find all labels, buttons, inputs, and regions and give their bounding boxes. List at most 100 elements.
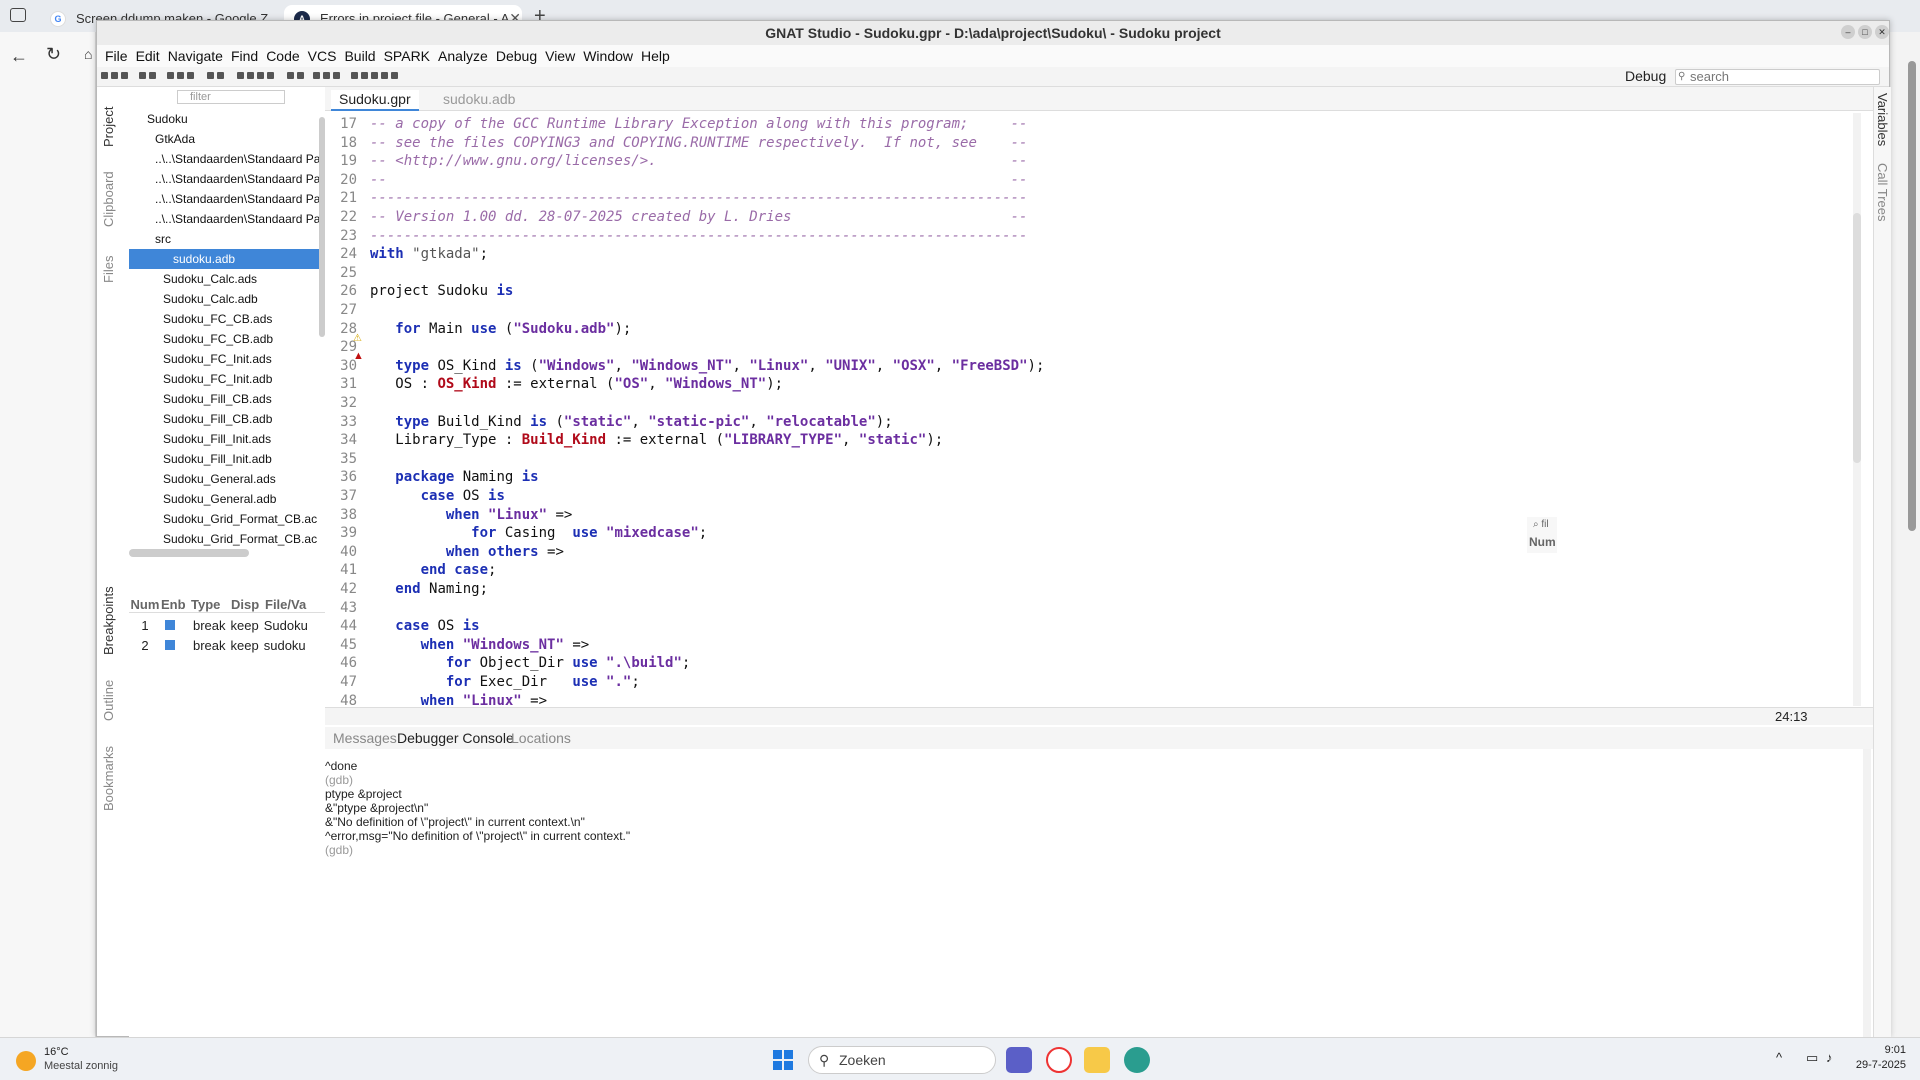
chrome-icon[interactable] (1046, 1047, 1072, 1073)
tree-item[interactable]: Sudoku_Fill_Init.adb (149, 449, 272, 469)
windows-start-icon[interactable] (773, 1050, 793, 1070)
clock-date[interactable]: 29-7-2025 (1850, 1059, 1906, 1071)
tree-item[interactable]: Sudoku_Fill_CB.ads (149, 389, 272, 409)
col-file[interactable]: File/Va (265, 597, 325, 612)
menu-vcs[interactable]: VCS (304, 48, 341, 64)
cut-icon[interactable] (167, 72, 174, 79)
back-nav-icon[interactable] (207, 72, 214, 79)
tree-item[interactable]: Sudoku_General.ads (149, 469, 276, 489)
menu-help[interactable]: Help (637, 48, 674, 64)
tree-item[interactable]: Sudoku (133, 109, 188, 129)
tab-files[interactable]: Files (101, 256, 116, 283)
debugger-console[interactable]: ^done (gdb) ptype &project &"ptype &project… (325, 749, 1873, 1037)
variables-col-num[interactable]: Num (1529, 535, 1556, 549)
clean-icon[interactable] (257, 72, 264, 79)
tree-item[interactable]: Sudoku_FC_CB.ads (149, 309, 272, 329)
tab-messages[interactable]: Messages (333, 730, 397, 746)
step-into-icon[interactable] (371, 72, 378, 79)
taskbar-search[interactable]: ⚲ Zoeken (808, 1046, 996, 1074)
col-disp[interactable]: Disp (231, 597, 265, 612)
network-icon[interactable]: ▭ (1806, 1050, 1818, 1066)
maximize-icon[interactable]: □ (1858, 25, 1872, 39)
bp-enabled-checkbox[interactable] (165, 640, 175, 650)
right-scrollbar[interactable] (1908, 61, 1916, 531)
menu-file[interactable]: File (101, 48, 132, 64)
menu-navigate[interactable]: Navigate (164, 48, 227, 64)
step-over-icon[interactable] (361, 72, 368, 79)
tree-item[interactable]: ..\..\Standaarden\Standaard Pa (141, 209, 320, 229)
build-all-icon[interactable] (247, 72, 254, 79)
edge-icon[interactable] (1124, 1047, 1150, 1073)
tree-item[interactable]: Sudoku_FC_Init.ads (149, 349, 272, 369)
search-input[interactable]: ⚲ search (1675, 69, 1880, 85)
tree-item[interactable]: Sudoku_Fill_CB.adb (149, 409, 272, 429)
paste-icon[interactable] (187, 72, 194, 79)
step-out-icon[interactable] (381, 72, 388, 79)
tab-breakpoints[interactable]: Breakpoints (101, 586, 116, 655)
variables-filter[interactable]: ⌕ fil (1533, 519, 1549, 530)
run-icon[interactable] (267, 72, 274, 79)
tree-item[interactable]: Sudoku_General.adb (149, 489, 276, 509)
menu-find[interactable]: Find (227, 48, 262, 64)
open-icon[interactable] (111, 72, 118, 79)
debug-start-icon[interactable] (287, 72, 294, 79)
tray-chevron-icon[interactable]: ^ (1776, 1050, 1782, 1065)
editor-tab-sudoku-gpr[interactable]: Sudoku.gpr (331, 90, 419, 111)
back-icon[interactable]: ← (10, 46, 28, 67)
volume-icon[interactable]: ♪ (1826, 1050, 1833, 1065)
perspective-label[interactable]: Debug (1625, 68, 1666, 84)
tree-item[interactable]: GtkAda (141, 129, 195, 149)
tree-item[interactable]: ..\..\Standaarden\Standaard Pa (141, 169, 320, 189)
code-editor[interactable]: 17 -- a copy of the GCC Runtime Library E… (325, 113, 1873, 706)
filter-input[interactable]: filter (177, 90, 285, 104)
home-icon[interactable]: ⌂ (84, 46, 92, 62)
menu-build[interactable]: Build (340, 48, 379, 64)
redo-icon[interactable] (149, 72, 156, 79)
tree-item[interactable]: Sudoku_Grid_Format_CB.ac (149, 529, 317, 549)
tree-item[interactable]: Sudoku_Calc.ads (149, 269, 257, 289)
tree-hscrollbar[interactable] (129, 549, 249, 557)
menu-spark[interactable]: SPARK (380, 48, 434, 64)
tab-actions-icon[interactable] (10, 8, 26, 22)
teams-icon[interactable] (1006, 1047, 1032, 1073)
copy-icon[interactable] (177, 72, 184, 79)
debug-play-icon[interactable] (313, 72, 320, 79)
reload-icon[interactable]: ↻ (46, 44, 61, 65)
menu-debug[interactable]: Debug (492, 48, 541, 64)
undo-icon[interactable] (139, 72, 146, 79)
tab-outline[interactable]: Outline (101, 680, 116, 721)
console-vscrollbar[interactable] (1863, 749, 1871, 1037)
new-file-icon[interactable] (101, 72, 108, 79)
tab-bookmarks[interactable]: Bookmarks (101, 746, 116, 811)
menu-analyze[interactable]: Analyze (434, 48, 492, 64)
tab-variables[interactable]: Variables (1875, 93, 1890, 146)
step-icon[interactable] (351, 72, 358, 79)
table-row[interactable]: 1 break keep Sudoku (129, 615, 325, 635)
editor-tab-sudoku-adb[interactable]: sudoku.adb (435, 90, 523, 111)
col-type[interactable]: Type (191, 597, 231, 612)
menu-window[interactable]: Window (579, 48, 637, 64)
col-num[interactable]: Num (129, 597, 161, 612)
tree-item[interactable]: Sudoku_FC_Init.adb (149, 369, 272, 389)
build-icon[interactable] (237, 72, 244, 79)
close-icon[interactable]: ✕ (1875, 25, 1889, 39)
tree-item[interactable]: Sudoku_Calc.adb (149, 289, 258, 309)
weather-icon[interactable] (16, 1051, 36, 1071)
tree-item[interactable]: Sudoku_Grid_Format_CB.ac (149, 509, 317, 529)
finish-icon[interactable] (391, 72, 398, 79)
tree-item[interactable]: src (141, 229, 171, 249)
menu-code[interactable]: Code (262, 48, 303, 64)
forward-nav-icon[interactable] (217, 72, 224, 79)
bp-enabled-checkbox[interactable] (165, 620, 175, 630)
tab-debugger-console[interactable]: Debugger Console (397, 730, 514, 746)
minimize-icon[interactable]: – (1841, 25, 1855, 39)
tree-item[interactable]: sudoku.adb (129, 249, 325, 269)
save-icon[interactable] (121, 72, 128, 79)
tree-item[interactable]: ..\..\Standaarden\Standaard Pa (141, 189, 320, 209)
tree-item[interactable]: Sudoku_Fill_Init.ads (149, 429, 271, 449)
table-row[interactable]: 2 break keep sudoku (129, 635, 325, 655)
col-enb[interactable]: Enb (161, 597, 191, 612)
debug-continue-icon[interactable] (297, 72, 304, 79)
menu-edit[interactable]: Edit (132, 48, 164, 64)
tab-locations[interactable]: Locations (511, 730, 571, 746)
